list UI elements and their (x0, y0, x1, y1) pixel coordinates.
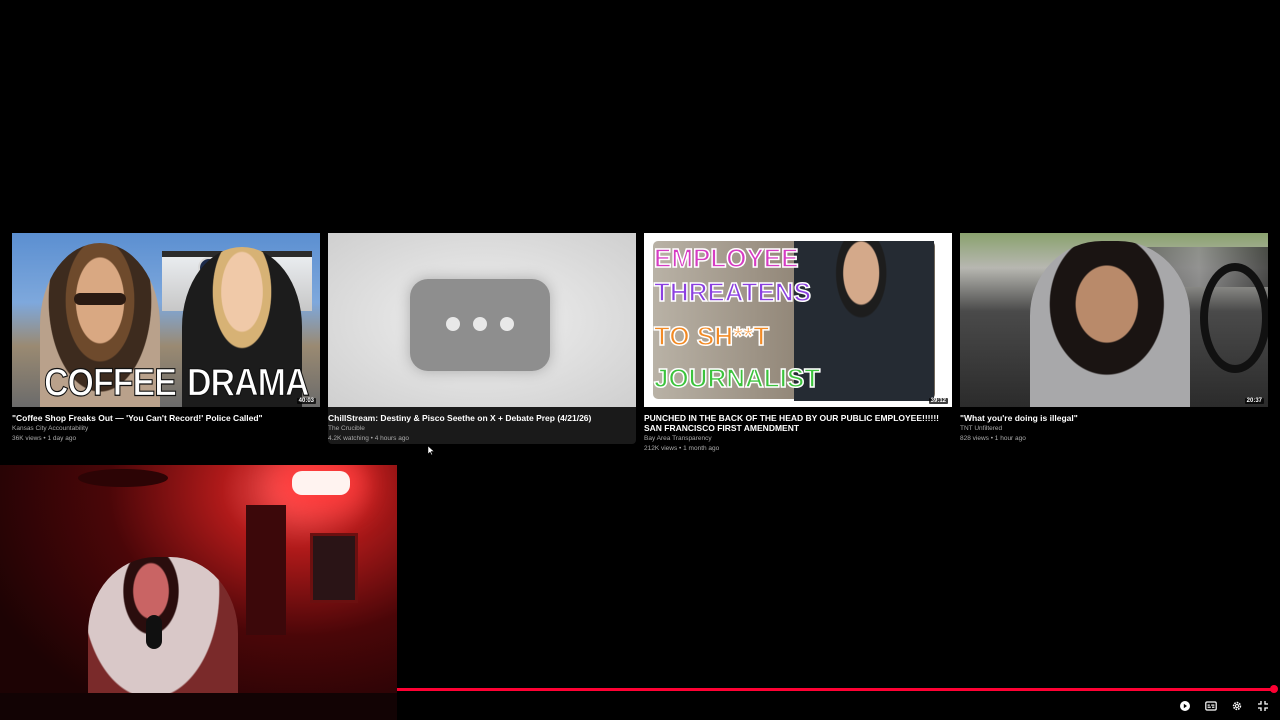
autoplay-icon[interactable] (1178, 699, 1192, 713)
captions-icon[interactable] (1204, 699, 1218, 713)
thumbnail-caption: TO SH**T (653, 320, 770, 352)
thumbnail-caption: EMPLOYEE (653, 242, 799, 274)
video-stats: 212K views • 1 month ago (644, 445, 720, 452)
channel-name[interactable]: Bay Area Transparency (644, 434, 952, 443)
thumbnail-caption: THREATENS (653, 276, 811, 308)
thumbnail-caption: COFFEE (44, 361, 178, 406)
video-thumbnail[interactable]: COFFEE DRAMA 40:03 (12, 233, 320, 407)
desk (0, 693, 397, 720)
duration-badge: 20:37 (1244, 398, 1264, 404)
video-card[interactable]: ChillStream: Destiny & Pisco Seethe on X… (324, 229, 640, 454)
video-card[interactable]: EMPLOYEE THREATENS TO SH**T JOURNALIST 3… (644, 233, 952, 454)
video-stats: 36K views • 1 day ago (12, 435, 77, 442)
video-thumbnail[interactable]: 20:37 (960, 233, 1268, 407)
video-title[interactable]: "Coffee Shop Freaks Out — 'You Can't Rec… (12, 413, 320, 423)
thumbnail-glasses (74, 293, 126, 305)
video-title[interactable]: ChillStream: Destiny & Pisco Seethe on X… (328, 413, 636, 423)
exit-fullscreen-icon[interactable] (1256, 699, 1270, 713)
mouse-cursor-icon (428, 446, 434, 455)
video-thumbnail[interactable] (328, 233, 636, 407)
webcam-overlay (0, 465, 397, 720)
end-screen-grid: COFFEE DRAMA 40:03 "Coffee Shop Freaks O… (12, 229, 1268, 454)
channel-name[interactable]: TNT Unfiltered (960, 424, 1268, 433)
thumbnail-caption: JOURNALIST (653, 362, 821, 394)
thumbnail-caption: DRAMA (187, 361, 311, 406)
video-card[interactable]: COFFEE DRAMA 40:03 "Coffee Shop Freaks O… (12, 233, 320, 444)
progress-bar[interactable] (397, 688, 1277, 691)
door (246, 505, 286, 635)
video-stats: 828 views • 1 hour ago (960, 435, 1026, 442)
ceiling-fan (78, 469, 168, 487)
video-title[interactable]: "What you're doing is illegal" (960, 413, 1268, 423)
channel-name[interactable]: Kansas City Accountability (12, 424, 320, 433)
player-controls (1178, 698, 1270, 714)
scrubber-handle[interactable] (1270, 685, 1278, 693)
settings-icon[interactable] (1230, 699, 1244, 713)
duration-badge: 39:12 (928, 398, 948, 404)
thumbnail-person (1030, 241, 1190, 407)
duration-badge: 40:03 (296, 398, 316, 404)
wall-poster (310, 533, 358, 603)
microphone (146, 615, 162, 649)
video-title[interactable]: PUNCHED IN THE BACK OF THE HEAD BY OUR P… (644, 413, 952, 433)
loading-dots-icon (410, 279, 550, 371)
light-fixture (292, 471, 350, 495)
video-stats: 4.2K watching • 4 hours ago (328, 435, 410, 442)
video-card[interactable]: 20:37 "What you're doing is illegal" TNT… (960, 233, 1268, 444)
channel-name[interactable]: The Crucible (328, 424, 636, 433)
video-thumbnail[interactable]: EMPLOYEE THREATENS TO SH**T JOURNALIST 3… (644, 233, 952, 407)
thumbnail-steering-wheel (1200, 263, 1268, 373)
